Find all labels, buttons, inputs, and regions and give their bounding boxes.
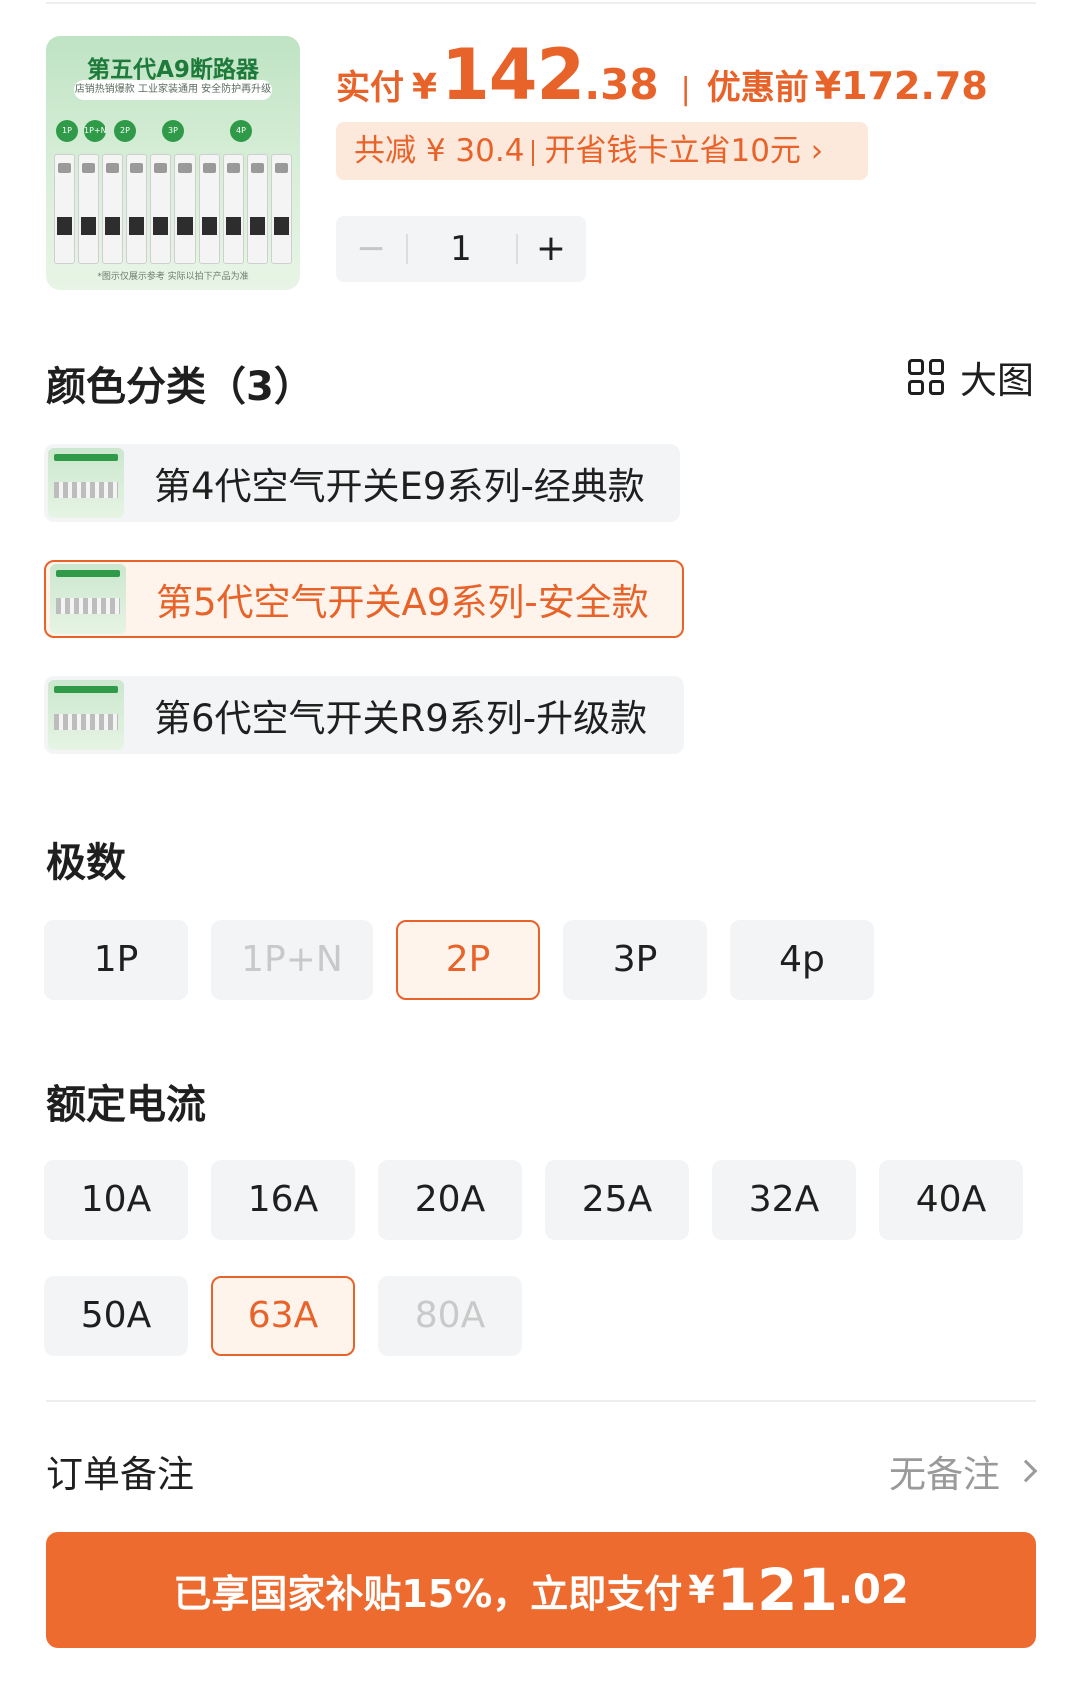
option-thumbnail	[50, 564, 126, 634]
order-remark-link[interactable]: 无备注	[889, 1444, 1038, 1498]
discount-total: 共减 ¥ 30.4	[354, 133, 525, 169]
discount-divider	[532, 139, 535, 166]
pay-label: 实付	[336, 68, 404, 108]
pole-chip-1p-n[interactable]: 1P+N	[211, 920, 373, 1000]
thumbnail-subtitle: 店销热销爆款 工业家装通用 安全防护再升级	[74, 80, 272, 100]
thumbnail-title: 第五代A9断路器	[87, 57, 259, 83]
price-separator: |	[680, 72, 691, 107]
section-divider	[46, 1400, 1036, 1402]
quantity-stepper: − 1 +	[336, 216, 586, 282]
option-thumbnail	[48, 680, 124, 750]
thumbnail-pole-badges: 1P 1P+N 2P 3P 4P	[56, 120, 290, 142]
order-remark-value: 无备注	[889, 1453, 1000, 1496]
color-option-a9[interactable]: 第5代空气开关A9系列-安全款	[44, 560, 684, 638]
pole-chip-3p[interactable]: 3P	[563, 920, 707, 1000]
current-chip-20a[interactable]: 20A	[378, 1160, 522, 1240]
savings-card-link: 开省钱卡立省10元 ›	[544, 133, 824, 169]
discount-pill[interactable]: 共减 ¥ 30.4 开省钱卡立省10元 ›	[336, 122, 868, 180]
color-option-label: 第5代空气开关A9系列-安全款	[156, 581, 649, 624]
thumbnail-breakers-image	[54, 154, 292, 264]
pay-now-button[interactable]: 已享国家补贴15%，立即支付 ¥ 121 .02	[46, 1532, 1036, 1648]
big-view-toggle[interactable]: 大图	[908, 354, 1034, 402]
chevron-right-icon	[1014, 1459, 1038, 1483]
big-view-label: 大图	[960, 359, 1034, 402]
pole-chip-2p[interactable]: 2P	[396, 920, 540, 1000]
current-chip-25a[interactable]: 25A	[545, 1160, 689, 1240]
decrease-button[interactable]: −	[336, 216, 406, 282]
current-chip-80a[interactable]: 80A	[378, 1276, 522, 1356]
grid-icon	[908, 359, 944, 395]
top-divider	[46, 2, 1036, 4]
increase-button[interactable]: +	[516, 216, 586, 282]
pole-chip-1p[interactable]: 1P	[44, 920, 188, 1000]
current-chip-10a[interactable]: 10A	[44, 1160, 188, 1240]
option-thumbnail	[48, 448, 124, 518]
quantity-value[interactable]: 1	[406, 216, 516, 282]
thumbnail-badge: 1P	[56, 120, 78, 142]
pay-button-text: 已享国家补贴15%，立即支付	[173, 1571, 683, 1616]
color-option-label: 第6代空气开关R9系列-升级款	[154, 697, 648, 740]
thumbnail-badge: 4P	[230, 120, 252, 142]
pay-amount-dec: .38	[584, 60, 659, 109]
pay-button-yen: ¥	[688, 1568, 715, 1612]
thumbnail-badge: 1P+N	[84, 120, 107, 142]
original-price-label: 优惠前	[706, 68, 809, 108]
price-row: 实付 ¥ 142 .38 | 优惠前 ¥172.78	[336, 34, 988, 116]
pay-button-amount-dec: .02	[837, 1567, 909, 1613]
thumbnail-note: *图示仅展示参考 实际以拍下产品为准	[97, 272, 249, 282]
pay-yen: ¥	[412, 67, 438, 108]
pay-amount-int: 142	[441, 34, 585, 116]
current-chip-16a[interactable]: 16A	[211, 1160, 355, 1240]
current-chip-32a[interactable]: 32A	[712, 1160, 856, 1240]
pole-chip-4p[interactable]: 4p	[730, 920, 874, 1000]
color-section-title: 颜色分类（3）	[46, 364, 314, 410]
color-option-label: 第4代空气开关E9系列-经典款	[154, 465, 645, 508]
current-chip-50a[interactable]: 50A	[44, 1276, 188, 1356]
thumbnail-badge: 3P	[162, 120, 184, 142]
poles-section-title: 极数	[46, 840, 126, 886]
color-option-e9[interactable]: 第4代空气开关E9系列-经典款	[44, 444, 680, 522]
current-section-title: 额定电流	[46, 1082, 206, 1128]
original-price-value: ¥172.78	[814, 64, 988, 108]
pay-button-amount-int: 121	[716, 1556, 838, 1624]
current-chip-63a[interactable]: 63A	[211, 1276, 355, 1356]
order-remark-label: 订单备注	[46, 1453, 194, 1496]
current-chip-40a[interactable]: 40A	[879, 1160, 1023, 1240]
thumbnail-badge: 2P	[114, 120, 136, 142]
product-thumbnail[interactable]: 第五代A9断路器 店销热销爆款 工业家装通用 安全防护再升级 1P 1P+N 2…	[46, 36, 300, 290]
color-option-r9[interactable]: 第6代空气开关R9系列-升级款	[44, 676, 684, 754]
